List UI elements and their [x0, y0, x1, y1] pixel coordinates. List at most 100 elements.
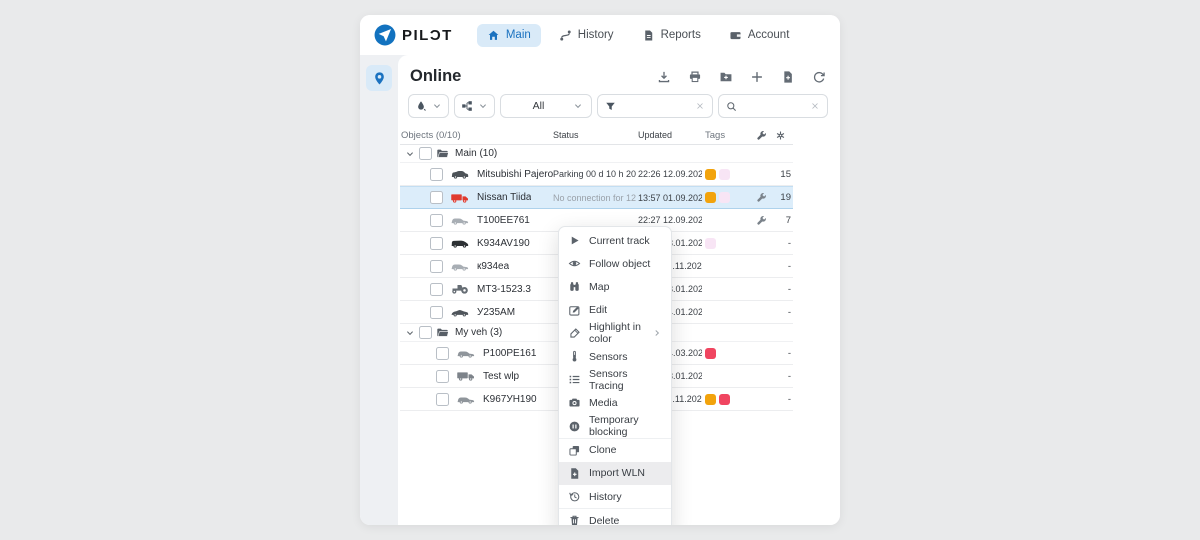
search-icon — [726, 101, 737, 112]
folder-icon — [436, 326, 449, 339]
group-filter-select[interactable]: All — [500, 94, 592, 118]
pause-icon — [568, 420, 581, 433]
vehicle-van-icon — [450, 237, 470, 249]
sensor-icon — [568, 350, 581, 363]
tag-swatch-orange — [705, 192, 716, 203]
menu-item-label: Follow object — [589, 258, 650, 270]
logo-icon — [374, 24, 396, 46]
vehicle-truck-icon — [450, 192, 470, 204]
menu-item-delete[interactable]: Delete — [559, 509, 671, 525]
color-filter-dropdown[interactable] — [408, 94, 449, 118]
menu-item-label: Highlight in color — [589, 321, 644, 345]
report-icon — [642, 29, 655, 42]
row-checkbox[interactable] — [430, 191, 443, 204]
menu-item-sensors[interactable]: Sensors — [559, 345, 671, 368]
menu-item-follow-object[interactable]: Follow object — [559, 252, 671, 275]
object-count: - — [770, 238, 793, 249]
group-checkbox[interactable] — [419, 326, 432, 339]
wrench-column-header[interactable] — [752, 130, 770, 141]
object-count: - — [770, 307, 793, 318]
menu-item-temporary-blocking[interactable]: Temporary blocking — [559, 415, 671, 438]
group-row-main-10[interactable]: Main (10) — [400, 145, 793, 163]
table-row[interactable]: Nissan TiidaNo connection for 12 day13:5… — [400, 186, 793, 209]
menu-item-label: Delete — [589, 515, 619, 525]
history-icon — [568, 490, 581, 503]
object-count: - — [770, 371, 793, 382]
menu-item-media[interactable]: Media — [559, 391, 671, 414]
folder-plus-icon — [719, 70, 733, 84]
plus-button[interactable] — [750, 70, 764, 84]
plus-icon — [750, 70, 764, 84]
tags-column-header[interactable]: Tags — [702, 130, 752, 141]
clone-icon — [568, 444, 581, 457]
menu-item-clone[interactable]: Clone — [559, 439, 671, 462]
menu-item-import-wln[interactable]: Import WLN — [559, 462, 671, 485]
object-status: No connection for 12 day — [553, 193, 638, 203]
file-plus-button[interactable] — [781, 70, 795, 84]
download-button[interactable] — [657, 70, 671, 84]
app-header: PILƆT MainHistoryReportsAccount — [360, 15, 840, 55]
chevron-down-icon — [432, 101, 442, 111]
menu-item-current-track[interactable]: Current track — [559, 229, 671, 252]
updated-column-header[interactable]: Updated — [638, 130, 702, 140]
object-tags — [702, 238, 752, 249]
vehicle-tractor-icon — [450, 283, 470, 295]
menu-item-history[interactable]: History — [559, 485, 671, 508]
row-checkbox[interactable] — [430, 260, 443, 273]
color-drop-icon — [415, 100, 427, 112]
row-checkbox[interactable] — [436, 370, 449, 383]
binoculars-icon — [568, 280, 581, 293]
tab-history[interactable]: History — [549, 24, 624, 47]
page-title: Online — [410, 67, 461, 86]
menu-item-sensors-tracing[interactable]: Sensors Tracing — [559, 368, 671, 391]
tab-account[interactable]: Account — [719, 24, 800, 47]
vehicle-car-icon — [450, 214, 470, 226]
refresh-button[interactable] — [812, 70, 826, 84]
menu-item-edit[interactable]: Edit — [559, 299, 671, 322]
row-checkbox[interactable] — [430, 168, 443, 181]
row-checkbox[interactable] — [430, 283, 443, 296]
gear-column-header[interactable] — [770, 130, 793, 141]
group-label: My veh (3) — [455, 327, 502, 338]
menu-item-map[interactable]: Map — [559, 275, 671, 298]
status-column-header[interactable]: Status — [553, 130, 638, 140]
row-checkbox[interactable] — [436, 347, 449, 360]
object-name: У235AM — [477, 307, 515, 318]
object-count: - — [770, 394, 793, 405]
context-menu: Current track Follow object MapEditHighlig… — [558, 226, 672, 525]
search-input[interactable] — [742, 99, 805, 113]
object-count: 19 — [770, 192, 793, 203]
table-row[interactable]: Mitsubishi PajeroParking 00 d 10 h 20 mi… — [400, 163, 793, 186]
row-checkbox[interactable] — [430, 214, 443, 227]
object-name: P100PE161 — [483, 348, 536, 359]
tab-reports[interactable]: Reports — [632, 24, 711, 47]
clear-icon[interactable] — [810, 101, 820, 111]
menu-item-label: Media — [589, 397, 618, 409]
folder-plus-button[interactable] — [719, 70, 733, 84]
filter-row: All — [398, 92, 840, 126]
chevron-down-icon — [405, 328, 415, 338]
tree-view-dropdown[interactable] — [454, 94, 495, 118]
row-checkbox[interactable] — [430, 306, 443, 319]
trash-icon — [568, 514, 581, 525]
import-icon — [568, 467, 581, 480]
object-name: K934AV190 — [477, 238, 530, 249]
chevron-down-icon — [478, 101, 488, 111]
object-tags — [702, 169, 752, 180]
menu-item-label: Clone — [589, 444, 616, 456]
menu-item-highlight-in-color[interactable]: Highlight in color — [559, 322, 671, 345]
row-checkbox[interactable] — [430, 237, 443, 250]
group-checkbox[interactable] — [419, 147, 432, 160]
row-checkbox[interactable] — [436, 393, 449, 406]
status-filter-input[interactable] — [621, 99, 690, 113]
clear-icon[interactable] — [695, 101, 705, 111]
tag-swatch-orange — [705, 394, 716, 405]
tab-main[interactable]: Main — [477, 24, 541, 47]
tag-swatch-pink — [719, 192, 730, 203]
object-tags — [702, 192, 752, 203]
objects-column-header[interactable]: Objects (0/10) — [400, 130, 553, 141]
map-pin-button[interactable] — [366, 65, 392, 91]
print-button[interactable] — [688, 70, 702, 84]
object-wrench — [752, 215, 770, 226]
eye-icon — [568, 257, 581, 270]
